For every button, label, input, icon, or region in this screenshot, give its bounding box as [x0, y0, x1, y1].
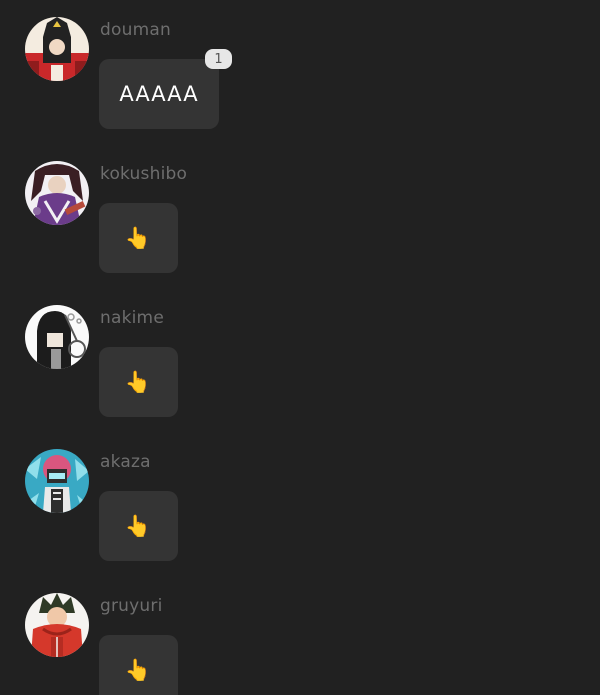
chat-message: douman AAAAA 1 — [0, 0, 600, 144]
pointing-up-emoji: 👆 — [124, 369, 153, 394]
chat-message: nakime 👆 — [0, 288, 600, 432]
pointing-up-emoji: 👆 — [124, 657, 153, 682]
username[interactable]: gruyuri — [100, 596, 163, 616]
pointing-up-emoji: 👆 — [124, 513, 153, 538]
message-bubble[interactable]: 👆 — [99, 491, 178, 561]
chat-message: akaza 👆 — [0, 432, 600, 576]
chat-message-list: douman AAAAA 1 kokushibo 👆 nakime 👆 akaz… — [0, 0, 600, 695]
username[interactable]: akaza — [100, 452, 151, 472]
reply-count-badge[interactable]: 1 — [205, 49, 232, 69]
chat-message: kokushibo 👆 — [0, 144, 600, 288]
message-bubble[interactable]: 👆 — [99, 635, 178, 695]
chat-message: gruyuri 👆 — [0, 576, 600, 695]
avatar[interactable] — [25, 17, 89, 81]
avatar[interactable] — [25, 593, 89, 657]
avatar[interactable] — [25, 449, 89, 513]
username[interactable]: douman — [100, 20, 171, 40]
message-text: AAAAA — [119, 82, 199, 106]
pointing-up-emoji: 👆 — [124, 225, 153, 250]
avatar[interactable] — [25, 161, 89, 225]
username[interactable]: kokushibo — [100, 164, 187, 184]
avatar[interactable] — [25, 305, 89, 369]
message-bubble[interactable]: 👆 — [99, 203, 178, 273]
message-bubble[interactable]: 👆 — [99, 347, 178, 417]
username[interactable]: nakime — [100, 308, 164, 328]
message-bubble[interactable]: AAAAA — [99, 59, 219, 129]
